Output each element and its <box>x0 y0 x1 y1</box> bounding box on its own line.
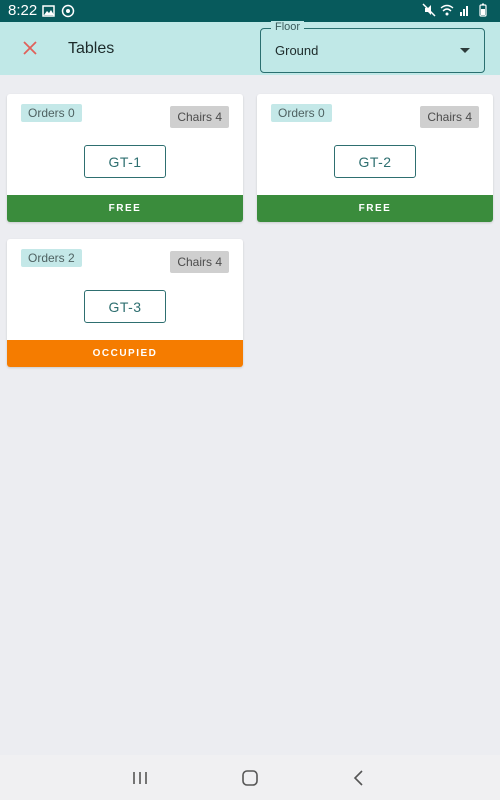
system-nav-bar <box>0 755 500 800</box>
floor-select-value: Ground <box>275 43 319 58</box>
table-card[interactable]: Orders 0 Chairs 4 GT-1 FREE <box>7 94 243 222</box>
back-icon <box>353 770 363 786</box>
app-bar: Tables Floor Ground <box>0 21 500 75</box>
chairs-badge: Chairs 4 <box>170 251 229 273</box>
status-strip: FREE <box>7 195 243 222</box>
table-card[interactable]: Orders 2 Chairs 4 GT-3 OCCUPIED <box>7 239 243 367</box>
status-time: 8:22 <box>8 2 38 19</box>
home-button[interactable] <box>238 767 262 789</box>
mute-icon <box>422 3 436 17</box>
battery-icon <box>479 3 487 17</box>
wifi-icon <box>440 4 454 16</box>
status-strip: OCCUPIED <box>7 340 243 367</box>
table-name: GT-2 <box>334 145 416 178</box>
back-button[interactable] <box>347 767 371 789</box>
status-bar: 8:22 <box>0 0 500 22</box>
signal-icon <box>460 6 468 16</box>
status-strip: FREE <box>257 195 493 222</box>
close-icon <box>23 41 37 55</box>
table-name: GT-1 <box>84 145 166 178</box>
table-name: GT-3 <box>84 290 166 323</box>
recent-apps-icon <box>133 772 147 784</box>
orders-badge: Orders 0 <box>271 104 332 122</box>
gallery-notification-icon <box>42 5 55 17</box>
orders-badge: Orders 2 <box>21 249 82 267</box>
page-title: Tables <box>68 40 115 57</box>
floor-select-label: Floor <box>271 21 305 33</box>
table-card[interactable]: Orders 0 Chairs 4 GT-2 FREE <box>257 94 493 222</box>
dropdown-arrow-icon <box>460 48 470 53</box>
home-icon <box>242 770 258 786</box>
floor-select[interactable]: Floor Ground <box>260 21 485 73</box>
chairs-badge: Chairs 4 <box>170 106 229 128</box>
orders-badge: Orders 0 <box>21 104 82 122</box>
close-button[interactable] <box>16 34 44 62</box>
recent-apps-button[interactable] <box>128 767 152 789</box>
sync-notification-icon <box>61 4 75 18</box>
chairs-badge: Chairs 4 <box>420 106 479 128</box>
